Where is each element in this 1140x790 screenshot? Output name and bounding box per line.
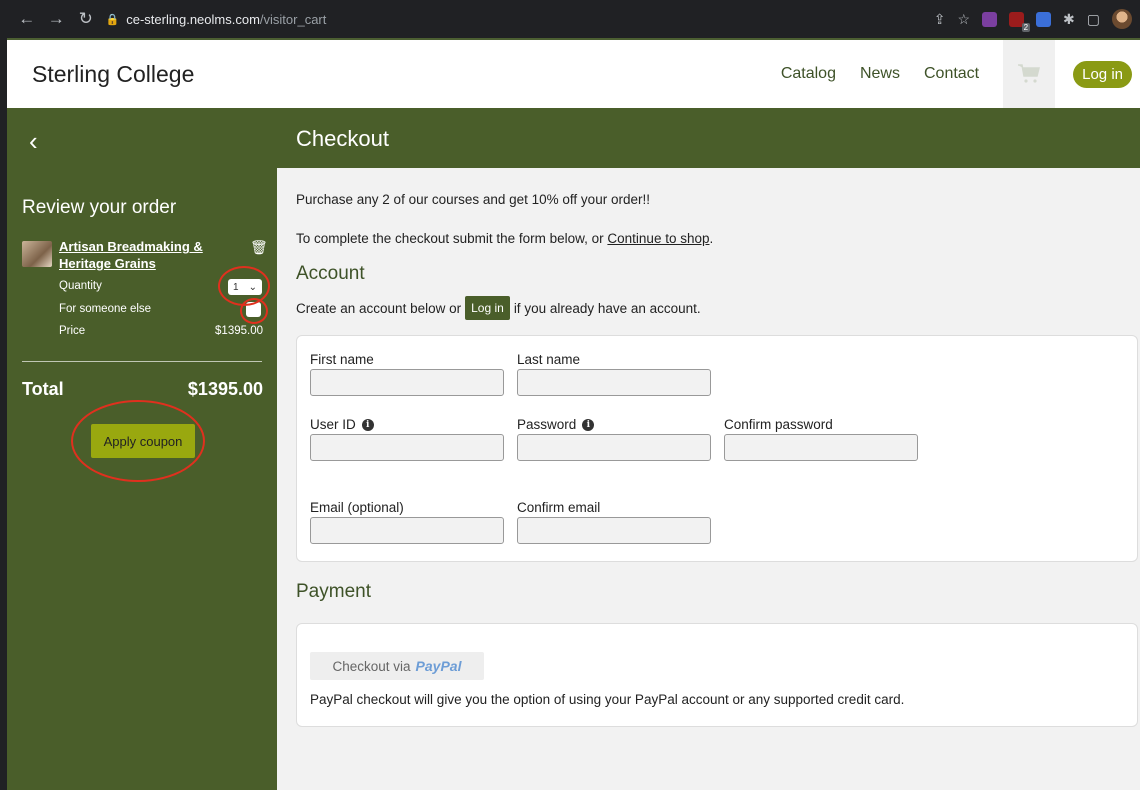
browser-toolbar: ← → ↻ 🔒 ce-sterling.neolms.com /visitor_… [7,0,1140,38]
price-value: $1395.00 [215,325,263,337]
confirm-email-input[interactable] [517,517,711,544]
address-bar[interactable]: 🔒 ce-sterling.neolms.com /visitor_cart [106,4,934,34]
password-input[interactable] [517,434,711,461]
last-name-input[interactable] [517,369,711,396]
checkout-main: Purchase any 2 of our courses and get 10… [277,168,1140,790]
checkout-header: Checkout [277,108,1140,168]
confirm-password-label: Confirm password [724,417,833,432]
lock-icon: 🔒 [105,13,120,26]
user-id-label: User ID i [310,417,374,432]
total-label: Total [22,379,64,399]
confirm-email-label: Confirm email [517,500,601,515]
nav-link-catalog[interactable]: Catalog [781,65,836,83]
total-value: $1395.00 [187,379,263,399]
create-prefix: Create an account below or [296,300,462,316]
paypal-logo: PayPal [415,658,462,674]
cart-button[interactable] [1003,40,1056,108]
paypal-note: PayPal checkout will give you the option… [310,692,905,707]
info-icon[interactable]: i [582,418,595,431]
paypal-button-label: Checkout via [332,658,411,674]
first-name-label: First name [310,352,374,367]
header-login-button[interactable]: Log in [1073,60,1132,88]
course-title-link[interactable]: Artisan Breadmaking & Heritage Grains [59,238,219,272]
continue-shop-link[interactable]: Continue to shop [607,231,709,246]
user-id-input[interactable] [310,434,504,461]
create-suffix: if you already have an account. [513,300,701,316]
profile-avatar[interactable] [1112,9,1132,29]
payment-card: Checkout via PayPal PayPal checkout will… [296,623,1138,727]
inline-login-button[interactable]: Log in [465,296,510,320]
instructions-prefix: To complete the checkout submit the form… [296,231,608,246]
page-title: Checkout [296,126,389,151]
side-panel-icon[interactable]: ▢ [1087,11,1100,28]
email-label: Email (optional) [310,500,404,515]
trash-icon[interactable]: 🗑 [250,239,268,256]
extension-blue-icon[interactable] [1036,11,1052,27]
nav-link-news[interactable]: News [860,65,900,83]
review-order-title: Review your order [22,197,177,218]
password-label: Password i [517,417,595,432]
extension-icons: ⇪ ☆ 2 ✱ ▢ [934,9,1140,32]
site-header: Sterling College Catalog News Contact Lo… [7,38,1140,108]
account-section-title: Account [296,263,365,284]
top-nav: Catalog News Contact Log in [781,40,1140,108]
bookmark-star-icon[interactable]: ☆ [957,11,970,28]
share-icon[interactable]: ⇪ [934,11,946,28]
payment-section-title: Payment [296,581,371,602]
url-host: ce-sterling.neolms.com [126,11,260,27]
cart-icon [1018,64,1041,83]
checkout-instructions: To complete the checkout submit the form… [296,231,713,246]
extension-purple-icon[interactable] [982,11,998,27]
extension-badge: 2 [1021,22,1031,32]
create-account-line: Create an account below or Log in if you… [296,296,701,320]
annotation-circle-coupon [71,400,205,482]
password-label-text: Password [517,417,577,432]
email-input[interactable] [310,517,504,544]
reload-icon[interactable]: ↻ [74,9,98,29]
price-label: Price [59,325,86,337]
extension-ublock-icon[interactable]: 2 [1009,11,1031,32]
first-name-input[interactable] [310,369,504,396]
order-sidebar: ‹ Review your order Artisan Breadmaking … [7,108,277,790]
course-thumbnail [22,241,52,267]
site-brand[interactable]: Sterling College [32,61,194,88]
back-icon[interactable]: ← [15,9,39,29]
someone-else-label: For someone else [59,303,152,315]
window-edge [0,0,7,790]
puzzle-icon[interactable]: ✱ [1063,11,1075,28]
info-icon[interactable]: i [361,418,374,431]
annotation-circle-checkbox [240,298,268,324]
confirm-password-input[interactable] [724,434,918,461]
user-id-label-text: User ID [310,417,356,432]
url-path: /visitor_cart [259,11,327,27]
back-chevron-icon[interactable]: ‹ [29,126,38,157]
paypal-checkout-button[interactable]: Checkout via PayPal [310,652,484,680]
sidebar-divider [22,361,262,362]
nav-link-contact[interactable]: Contact [924,65,979,83]
forward-icon[interactable]: → [45,9,69,29]
promo-text: Purchase any 2 of our courses and get 10… [296,192,650,207]
instructions-suffix: . [709,231,714,246]
last-name-label: Last name [517,352,581,367]
account-form-card: First name Last name User ID i Password … [296,335,1138,562]
quantity-label: Quantity [59,280,102,292]
